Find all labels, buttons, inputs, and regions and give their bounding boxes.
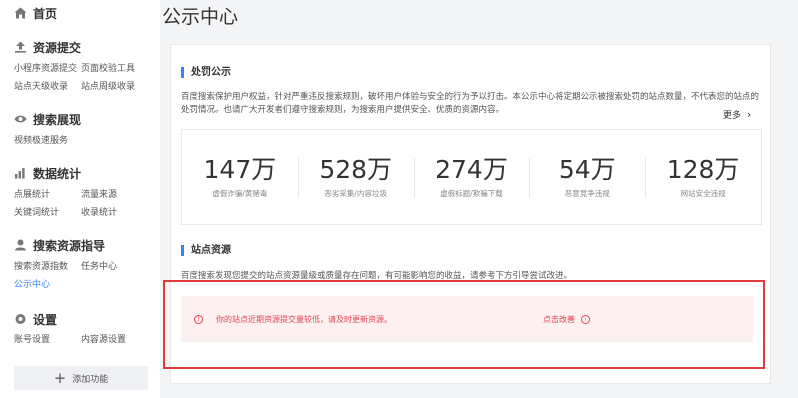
site-resource-description: 百度搜索发现您提交的站点资源量级或质量存在问题，有可能影响您的收益，请参考下方引… (181, 271, 573, 281)
sidebar-section-resource-guide: 搜索资源指导 (14, 236, 105, 254)
sidebar-section-data-stats: 数据统计 (14, 164, 81, 182)
stat-value: 147万 (203, 155, 277, 184)
sidebar-section-search-display: 搜索展现 (14, 110, 81, 128)
sidebar-item-home[interactable]: 首页 (14, 4, 57, 22)
stat-item: 147万 虚假诈骗/黄赌毒 (182, 130, 298, 224)
add-function-button[interactable]: + 添加功能 (14, 366, 148, 390)
punish-stats: 147万 虚假诈骗/黄赌毒 528万 恶劣采集/内容垃圾 274万 虚假标题/欺… (181, 129, 762, 225)
eye-icon (14, 115, 27, 123)
sidebar-item-keyword-stats[interactable]: 关键词统计 (14, 207, 59, 219)
stat-label: 虚假诈骗/黄赌毒 (212, 189, 268, 198)
sidebar-section-label: 资源提交 (33, 40, 82, 55)
stat-value: 128万 (666, 155, 740, 184)
improve-link[interactable]: 点击改善 › (543, 314, 590, 325)
home-icon (14, 7, 27, 19)
sidebar-section-label: 数据统计 (33, 166, 82, 181)
sidebar-item-click-stats[interactable]: 点展统计 (14, 189, 50, 201)
stat-item: 128万 网站安全违规 (645, 130, 761, 224)
sidebar-section-label: 搜索展现 (33, 112, 82, 127)
gear-icon (15, 314, 26, 324)
stat-label: 网站安全违规 (680, 189, 726, 198)
alert-message-text: 你的站点近期资源提交量较低，请及时更新资源。 (216, 315, 392, 324)
warning-icon: ! (194, 315, 203, 324)
stat-item: 528万 恶劣采集/内容垃圾 (297, 130, 414, 224)
notice-card: 处罚公示 百度搜索保护用户权益，针对严重违反搜索规则，破坏用户体验与安全的行为予… (170, 44, 771, 384)
sidebar: 首页 资源提交 小程序资源提交 页面校验工具 站点天级收录 站点周级收录 搜索展… (0, 0, 160, 398)
add-function-label: 添加功能 (72, 374, 109, 385)
sidebar-item-task-center[interactable]: 任务中心 (81, 261, 117, 273)
sidebar-item-index-stats[interactable]: 收录统计 (81, 207, 117, 219)
stat-value: 528万 (319, 155, 393, 184)
sidebar-item-daily-index[interactable]: 站点天级收录 (14, 81, 68, 93)
page-title: 公示中心 (162, 6, 239, 28)
chevron-right-icon: › (746, 108, 752, 121)
sidebar-item-video-fast-service[interactable]: 视频极速服务 (14, 135, 68, 147)
sidebar-home-label: 首页 (33, 6, 58, 21)
more-link[interactable]: 更多 › (723, 108, 751, 121)
stat-label: 恶意竞争违规 (564, 189, 610, 198)
plus-icon: + (53, 368, 67, 387)
punish-description: 百度搜索保护用户权益，针对严重违反搜索规则，破坏用户体验与安全的行为予以打击。本… (181, 92, 760, 115)
sidebar-item-weekly-index[interactable]: 站点周级收录 (81, 81, 135, 93)
stat-value: 274万 (435, 155, 508, 184)
stat-label: 虚假标题/欺骗下载 (440, 189, 503, 198)
stat-label: 恶劣采集/内容垃圾 (324, 189, 387, 198)
sidebar-item-page-check-tool[interactable]: 页面校验工具 (81, 63, 135, 75)
sidebar-item-content-source-settings[interactable]: 内容源设置 (81, 334, 126, 346)
resource-alert: ! 你的站点近期资源提交量较低，请及时更新资源。 点击改善 › (181, 296, 753, 342)
site-resource-section-title: 站点资源 (181, 245, 231, 256)
sidebar-section-label: 搜索资源指导 (33, 238, 106, 253)
stat-item: 274万 虚假标题/欺骗下载 (413, 130, 530, 224)
improve-link-label: 点击改善 (543, 315, 575, 324)
sidebar-section-settings: 设置 (14, 310, 57, 328)
sidebar-item-account-settings[interactable]: 账号设置 (14, 334, 50, 346)
sidebar-section-label: 设置 (33, 312, 58, 327)
sidebar-section-resource-submit: 资源提交 (14, 38, 81, 56)
user-guide-icon (15, 239, 26, 251)
arrow-right-circle-icon: › (581, 315, 590, 324)
sidebar-item-resource-index[interactable]: 搜索资源指数 (14, 261, 68, 273)
sidebar-item-notice-center[interactable]: 公示中心 (14, 279, 50, 291)
bar-chart-icon (15, 168, 25, 179)
stat-value: 54万 (558, 155, 616, 184)
upload-icon (15, 41, 26, 53)
stat-item: 54万 恶意竞争违规 (529, 130, 645, 224)
sidebar-item-mini-program-submit[interactable]: 小程序资源提交 (14, 63, 77, 75)
punish-section-title: 处罚公示 (181, 67, 231, 78)
alert-message: ! 你的站点近期资源提交量较低，请及时更新资源。 (194, 314, 392, 325)
sidebar-item-traffic-source[interactable]: 流量来源 (81, 189, 117, 201)
more-label: 更多 (723, 111, 742, 121)
